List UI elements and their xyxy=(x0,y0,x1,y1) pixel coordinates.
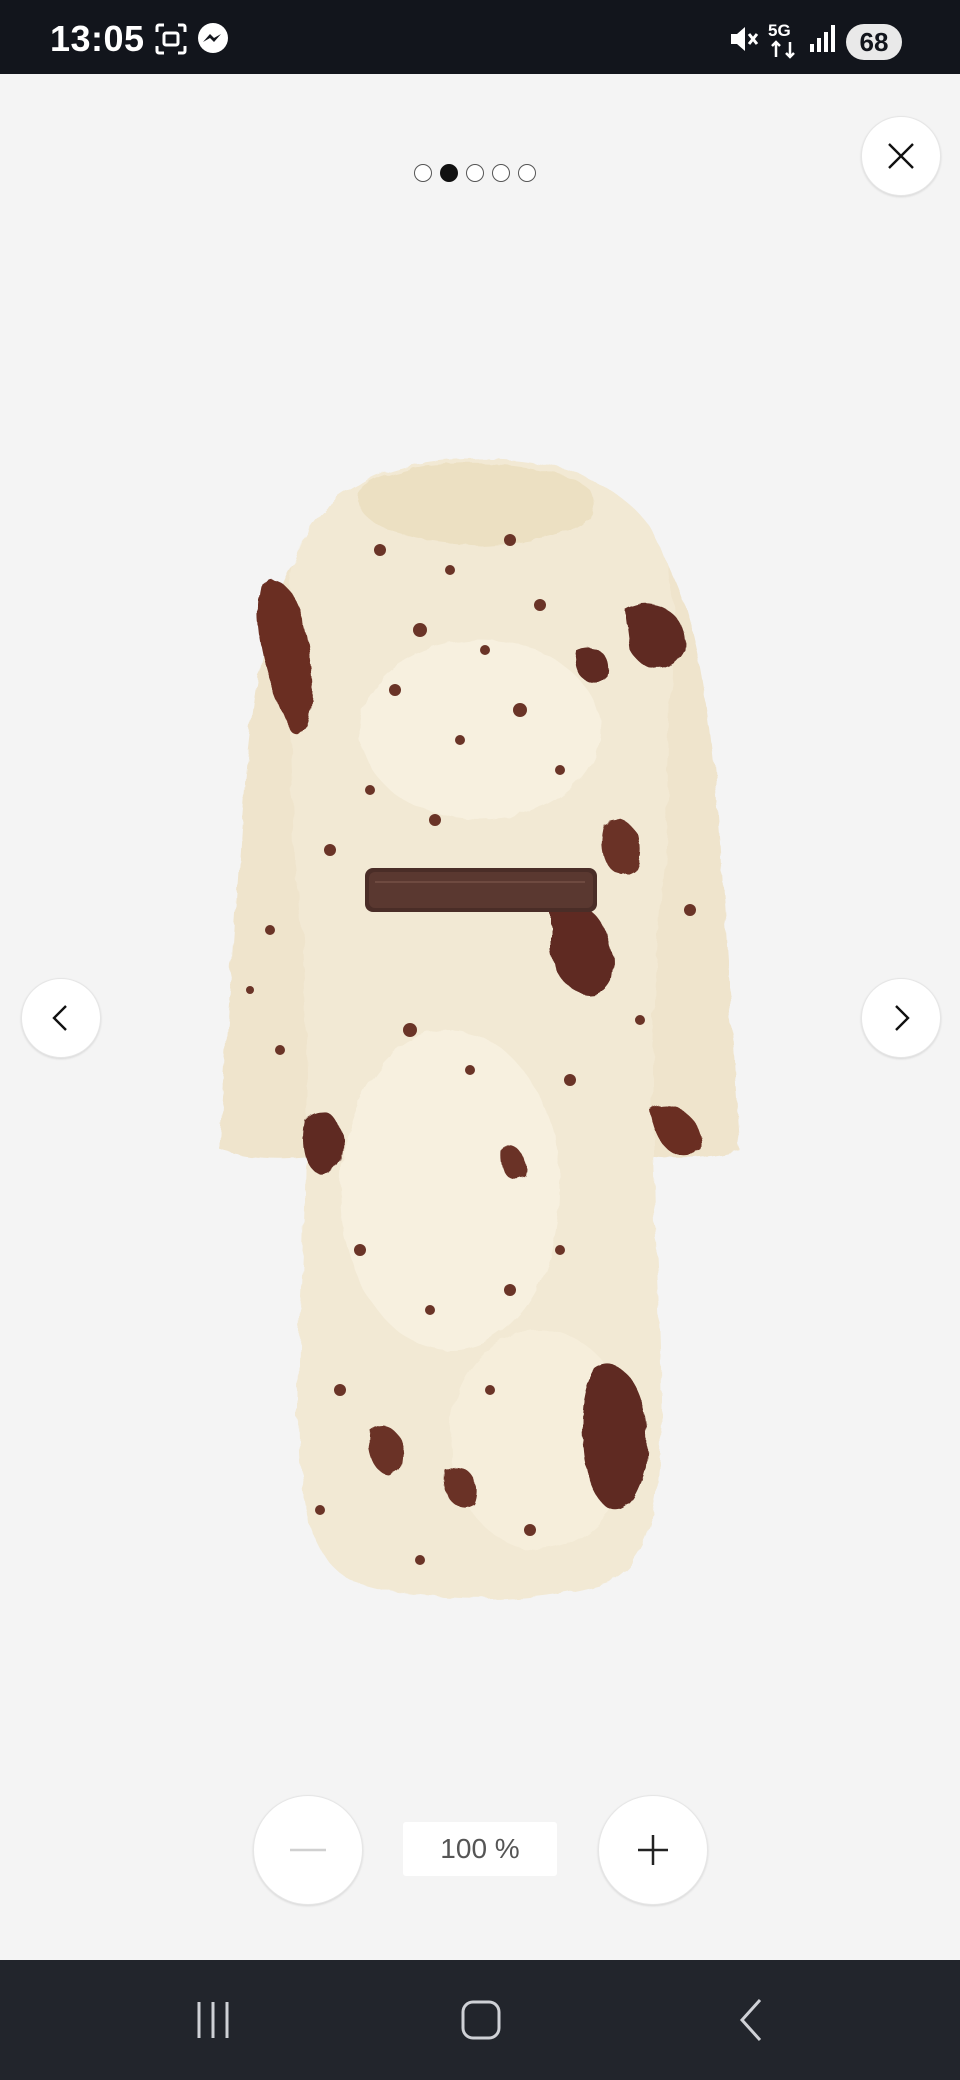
back-button[interactable] xyxy=(696,1982,806,2058)
slide-dot-active[interactable] xyxy=(440,164,458,182)
svg-text:5G: 5G xyxy=(768,21,791,40)
product-image[interactable] xyxy=(210,430,750,1600)
close-button[interactable] xyxy=(861,116,941,196)
slide-dot[interactable] xyxy=(466,164,484,182)
messenger-icon xyxy=(198,23,228,53)
battery-indicator: 68 xyxy=(846,24,902,60)
recent-apps-button[interactable] xyxy=(158,1982,268,2058)
zoom-out-button[interactable] xyxy=(253,1795,363,1905)
system-nav-bar xyxy=(0,1960,960,2080)
home-icon xyxy=(461,2000,501,2040)
recent-apps-icon xyxy=(197,2002,229,2038)
close-icon xyxy=(888,143,914,169)
minus-icon xyxy=(290,1848,326,1852)
next-image-button[interactable] xyxy=(861,978,941,1058)
mute-icon xyxy=(731,27,759,51)
slide-indicator xyxy=(414,164,536,186)
slide-dot[interactable] xyxy=(518,164,536,182)
zoom-in-button[interactable] xyxy=(598,1795,708,1905)
slide-dot[interactable] xyxy=(492,164,510,182)
status-bar: 13:05 5G 68 xyxy=(0,0,960,74)
zoom-level: 100 % xyxy=(403,1822,557,1876)
screenshot-icon xyxy=(155,23,187,55)
chevron-left-icon xyxy=(52,1005,67,1031)
home-button[interactable] xyxy=(426,1982,536,2058)
plus-icon xyxy=(638,1835,668,1865)
slide-dot[interactable] xyxy=(414,164,432,182)
signal-icon xyxy=(810,25,835,52)
back-icon xyxy=(739,1998,762,2042)
chevron-right-icon xyxy=(895,1005,910,1031)
previous-image-button[interactable] xyxy=(21,978,101,1058)
status-time: 13:05 xyxy=(50,18,145,59)
5g-icon: 5G xyxy=(768,21,795,59)
